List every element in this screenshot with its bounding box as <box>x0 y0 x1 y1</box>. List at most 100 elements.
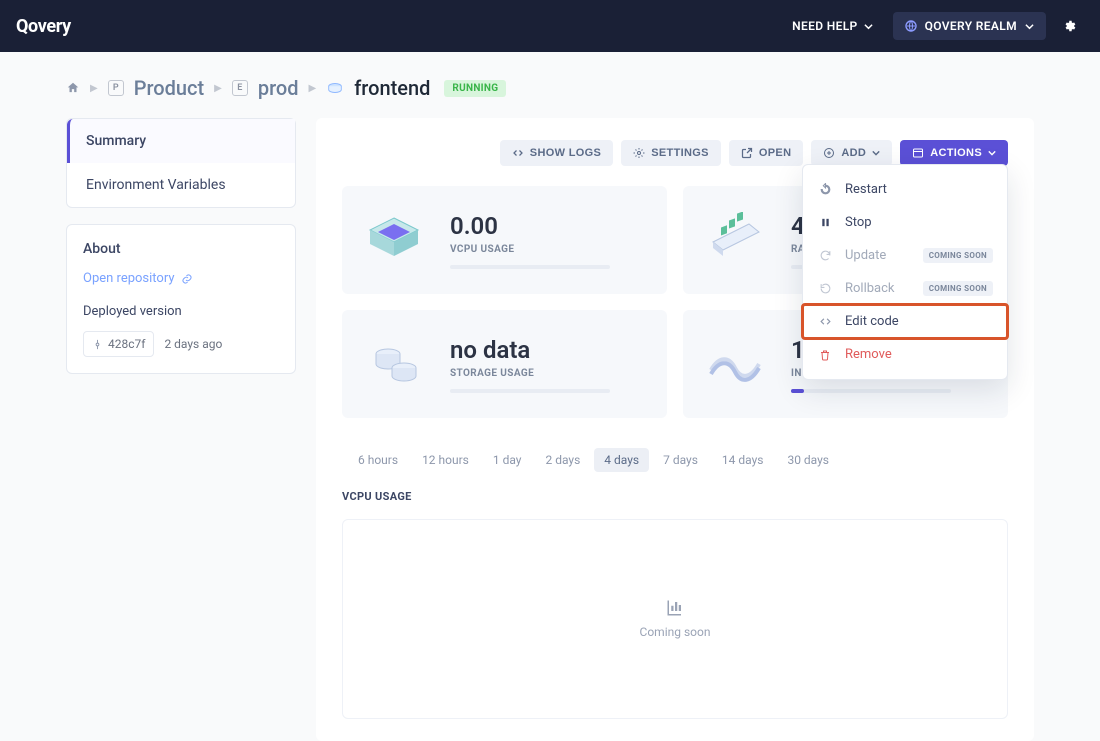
tile-vcpu-value: 0.00 <box>450 212 645 240</box>
deployed-ago: 2 days ago <box>164 337 222 351</box>
range-option[interactable]: 12 hours <box>412 448 479 472</box>
realm-label: QOVERY REALM <box>925 19 1017 33</box>
tile-vcpu: 0.00 VCPU USAGE <box>342 186 667 294</box>
coming-soon-badge: COMING SOON <box>923 281 993 296</box>
refresh-icon <box>817 249 833 262</box>
dropdown-rollback: Rollback COMING SOON <box>803 272 1007 305</box>
tile-vcpu-bar <box>450 265 610 269</box>
add-label: ADD <box>841 147 866 159</box>
dropdown-stop-label: Stop <box>845 215 872 230</box>
commit-hash: 428c7f <box>108 337 145 351</box>
chart-panel: Coming soon <box>342 519 1008 719</box>
caret-icon: ▶ <box>214 83 222 94</box>
logo: Qovery <box>16 16 71 37</box>
tile-storage-value: no data <box>450 336 645 364</box>
window-icon <box>912 147 924 159</box>
commit-icon <box>92 339 103 350</box>
range-option[interactable]: 1 day <box>483 448 532 472</box>
storage-icon <box>362 336 426 392</box>
home-icon[interactable] <box>66 81 80 95</box>
tile-storage-label: STORAGE USAGE <box>450 368 645 379</box>
settings-label: SETTINGS <box>651 147 709 159</box>
realm-picker[interactable]: QOVERY REALM <box>893 12 1046 40</box>
settings-button[interactable]: SETTINGS <box>621 140 721 166</box>
toolbar: SHOW LOGS SETTINGS OPEN ADD ACTIO <box>342 140 1008 166</box>
range-option[interactable]: 4 days <box>594 448 649 472</box>
add-button[interactable]: ADD <box>811 140 892 166</box>
time-range: 6 hours12 hours1 day2 days4 days7 days14… <box>348 448 1008 472</box>
cpu-icon <box>362 212 426 268</box>
content: Summary Environment Variables About Open… <box>0 118 1100 741</box>
range-option[interactable]: 7 days <box>653 448 708 472</box>
caret-icon: ▶ <box>309 83 317 94</box>
tile-storage: no data STORAGE USAGE <box>342 310 667 418</box>
dropdown-edit-code-label: Edit code <box>845 314 899 329</box>
env-chip: E <box>232 80 248 96</box>
chevron-down-icon <box>872 149 880 157</box>
show-logs-button[interactable]: SHOW LOGS <box>500 140 613 166</box>
ram-icon <box>703 212 767 268</box>
section-title: VCPU USAGE <box>342 490 1008 503</box>
gear-icon <box>1062 19 1076 33</box>
instance-icon <box>703 336 767 392</box>
gear-icon <box>633 147 645 159</box>
range-option[interactable]: 30 days <box>777 448 839 472</box>
dropdown-restart-label: Restart <box>845 182 887 197</box>
deployed-version-row: 428c7f 2 days ago <box>83 331 279 357</box>
coming-soon-badge: COMING SOON <box>923 248 993 263</box>
dropdown-remove-label: Remove <box>845 347 892 362</box>
coming-soon-label: Coming soon <box>640 625 711 639</box>
actions-dropdown: Restart Stop Update COMING SOON Rollback… <box>802 164 1008 380</box>
service-icon <box>326 79 344 97</box>
dropdown-restart[interactable]: Restart <box>803 173 1007 206</box>
restart-icon <box>817 183 833 196</box>
range-option[interactable]: 2 days <box>535 448 590 472</box>
chevron-down-icon <box>988 149 996 157</box>
actions-button[interactable]: ACTIONS <box>900 140 1008 166</box>
link-icon <box>181 273 193 285</box>
breadcrumb-env[interactable]: prod <box>258 76 299 100</box>
rollback-icon <box>817 282 833 295</box>
deployed-version-label: Deployed version <box>83 304 279 319</box>
dropdown-update-label: Update <box>845 248 886 263</box>
topbar: Qovery NEED HELP QOVERY REALM <box>0 0 1100 52</box>
tile-vcpu-label: VCPU USAGE <box>450 244 645 255</box>
need-help-button[interactable]: NEED HELP <box>792 19 873 33</box>
breadcrumb-project[interactable]: Product <box>134 76 204 100</box>
sidenav-summary[interactable]: Summary <box>67 119 295 163</box>
breadcrumb-service[interactable]: frontend <box>354 76 430 100</box>
tile-storage-bar <box>450 389 610 393</box>
dropdown-rollback-label: Rollback <box>845 281 895 296</box>
actions-label: ACTIONS <box>930 147 982 159</box>
sidenav-envvars[interactable]: Environment Variables <box>67 163 295 207</box>
about-card: About Open repository Deployed version 4… <box>66 224 296 374</box>
dropdown-stop[interactable]: Stop <box>803 206 1007 239</box>
open-button[interactable]: OPEN <box>729 140 804 166</box>
code-icon <box>512 147 524 159</box>
dropdown-remove[interactable]: Remove <box>803 338 1007 371</box>
dropdown-edit-code[interactable]: Edit code <box>803 305 1007 338</box>
tile-inst-bar <box>791 389 951 393</box>
realm-icon <box>905 20 917 32</box>
settings-gear-button[interactable] <box>1054 11 1084 41</box>
about-title: About <box>83 241 279 257</box>
code-icon <box>817 315 833 328</box>
chevron-down-icon <box>1025 22 1034 31</box>
range-option[interactable]: 6 hours <box>348 448 408 472</box>
trash-icon <box>817 349 833 361</box>
chart-icon <box>666 599 684 617</box>
chevron-down-icon <box>864 22 873 31</box>
status-badge: RUNNING <box>444 80 506 97</box>
show-logs-label: SHOW LOGS <box>530 147 601 159</box>
open-repository-link[interactable]: Open repository <box>83 271 279 286</box>
range-option[interactable]: 14 days <box>712 448 774 472</box>
project-chip: P <box>108 80 124 96</box>
main-card: SHOW LOGS SETTINGS OPEN ADD ACTIO <box>316 118 1034 741</box>
open-repository-label: Open repository <box>83 271 175 286</box>
open-label: OPEN <box>759 147 792 159</box>
commit-chip[interactable]: 428c7f <box>83 331 154 357</box>
caret-icon: ▶ <box>90 83 98 94</box>
need-help-label: NEED HELP <box>792 19 858 33</box>
breadcrumb: ▶ P Product ▶ E prod ▶ frontend RUNNING <box>0 52 1100 118</box>
main-column: SHOW LOGS SETTINGS OPEN ADD ACTIO <box>316 118 1034 741</box>
